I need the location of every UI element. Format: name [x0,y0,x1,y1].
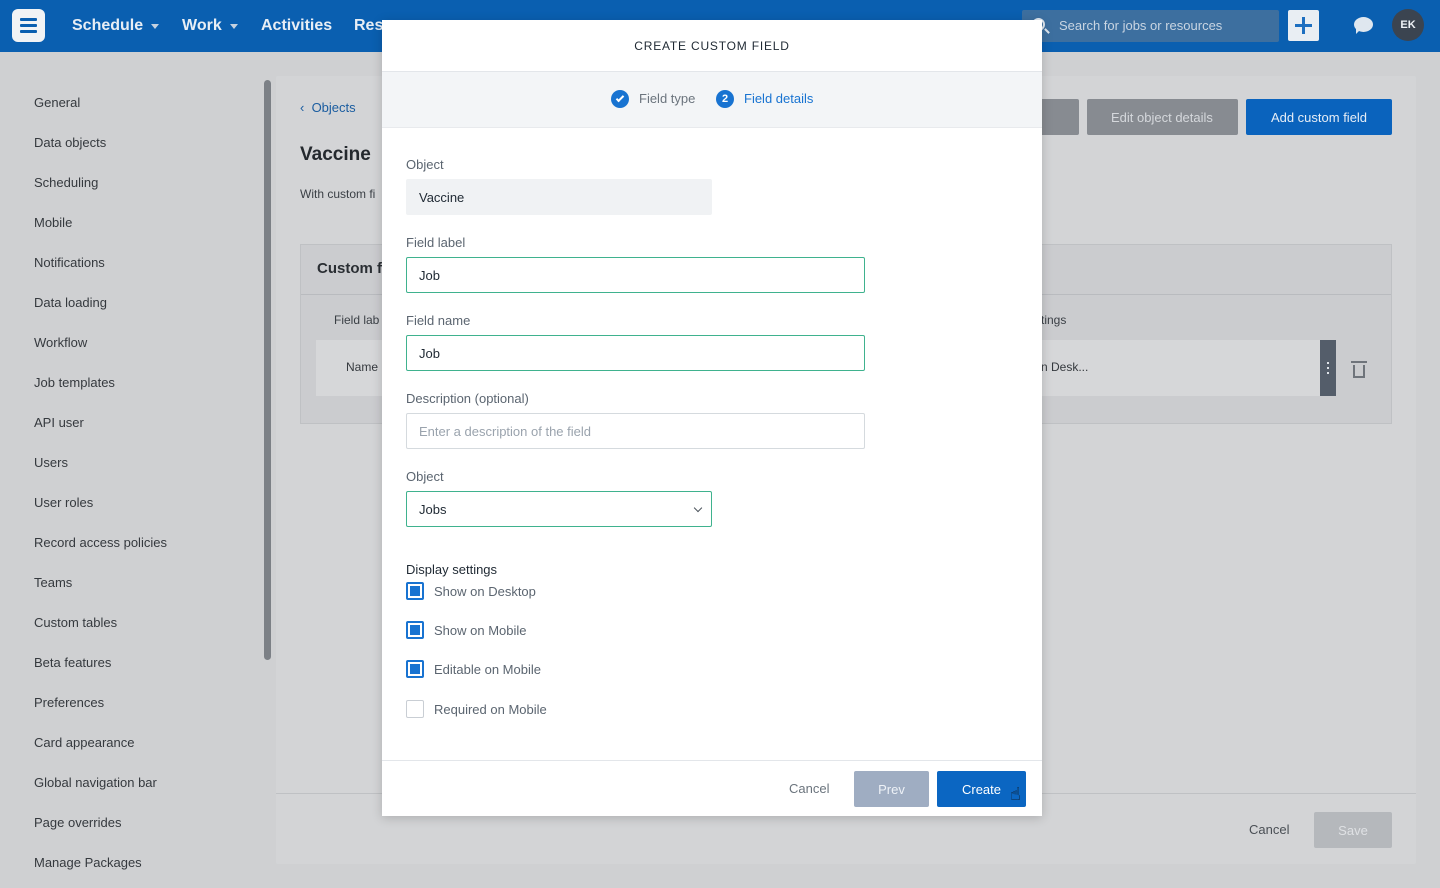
checkbox-label: Show on Desktop [434,583,536,599]
check-icon [611,90,629,108]
checkbox-checked-icon[interactable] [406,660,424,678]
object-select-value: Jobs [419,501,447,517]
sidebar-item-card-appearance[interactable]: Card appearance [34,735,134,750]
object-label: Object [406,157,444,172]
sidebar-item-manage-packages[interactable]: Manage Packages [34,855,142,870]
custom-fields-title: Custom fi [317,260,387,277]
object-readonly-field: Vaccine [406,179,712,215]
row-settings: n Desk... [1041,360,1089,374]
sidebar-item-data-loading[interactable]: Data loading [34,295,107,310]
checkbox-label: Required on Mobile [434,701,547,717]
nav-activities[interactable]: Activities [261,0,332,52]
sidebar-item-users[interactable]: Users [34,455,68,470]
checkbox-checked-icon[interactable] [406,621,424,639]
object-select[interactable]: Jobs [406,491,712,527]
back-link[interactable]: ‹ Objects [300,100,356,115]
display-settings-title: Display settings [406,562,498,577]
required-on-mobile-checkbox[interactable]: Required on Mobile [406,700,547,718]
show-on-desktop-checkbox[interactable]: Show on Desktop [406,582,536,600]
nav-schedule-label: Schedule [72,17,144,34]
create-custom-field-dialog: CREATE CUSTOM FIELD Field type 2 Field d… [382,20,1042,816]
trash-icon[interactable] [1351,361,1367,378]
step-field-details[interactable]: Field details [744,91,813,106]
field-label-label: Field label [406,235,466,250]
nav-activities-label: Activities [261,17,333,34]
step-number-badge: 2 [716,90,734,108]
wizard-steps: Field type 2 Field details [382,72,1042,128]
search-placeholder: Search for jobs or resources [1059,18,1223,33]
sidebar-item-mobile[interactable]: Mobile [34,215,72,230]
sidebar-item-page-overrides[interactable]: Page overrides [34,815,121,830]
sidebar-item-scheduling[interactable]: Scheduling [34,175,98,190]
checkbox-label: Show on Mobile [434,622,527,638]
row-field-label: Name [346,360,379,374]
chevron-down-icon [693,503,703,513]
chat-icon[interactable] [1354,17,1373,34]
field-label-input[interactable]: Job [406,257,865,293]
sidebar-item-preferences[interactable]: Preferences [34,695,104,710]
sidebar-item-custom-tables[interactable]: Custom tables [34,615,117,630]
sidebar-item-data-objects[interactable]: Data objects [34,135,106,150]
step-field-type[interactable]: Field type [639,91,695,106]
object-select-label: Object [406,469,444,484]
description-label: Description (optional) [406,391,529,406]
nav-work-label: Work [182,17,222,34]
sidebar-item-global-navigation-bar[interactable]: Global navigation bar [34,775,157,790]
field-name-label: Field name [406,313,471,328]
nav-resources[interactable]: Res [354,0,383,52]
hand-cursor-icon: ☝ [1010,784,1021,804]
page-title: Vaccine [300,144,371,165]
checkbox-label: Editable on Mobile [434,661,541,677]
add-custom-field-button[interactable]: Add custom field [1246,99,1392,135]
sidebar-item-workflow[interactable]: Workflow [34,335,87,350]
dialog-cancel-button[interactable]: Cancel [789,781,829,796]
avatar[interactable]: EK [1392,9,1424,41]
edit-object-details-button[interactable]: Edit object details [1087,99,1238,135]
app-logo-icon[interactable] [12,9,45,42]
editable-on-mobile-checkbox[interactable]: Editable on Mobile [406,660,541,678]
page-cancel-button[interactable]: Cancel [1249,822,1289,837]
more-options-icon[interactable] [1320,340,1336,396]
sidebar-item-api-user[interactable]: API user [34,415,84,430]
sidebar-item-user-roles[interactable]: User roles [34,495,93,510]
page-save-button[interactable]: Save [1314,812,1392,848]
search-input[interactable]: Search for jobs or resources [1022,10,1279,42]
column-header-field-label: Field lab [334,313,380,327]
sidebar-item-notifications[interactable]: Notifications [34,255,105,270]
sidebar-item-record-access-policies[interactable]: Record access policies [34,535,167,550]
sidebar-item-job-templates[interactable]: Job templates [34,375,115,390]
sidebar-scrollbar[interactable] [264,80,271,660]
page-description: With custom fi [300,187,376,201]
show-on-mobile-checkbox[interactable]: Show on Mobile [406,621,527,639]
nav-resources-label: Res [354,17,384,34]
field-name-input[interactable]: Job [406,335,865,371]
sidebar-item-general[interactable]: General [34,95,80,110]
plus-icon[interactable] [1288,10,1319,41]
dialog-title: CREATE CUSTOM FIELD [382,20,1042,72]
prev-button[interactable]: Prev [854,771,929,807]
sidebar-item-beta-features[interactable]: Beta features [34,655,111,670]
checkbox-checked-icon[interactable] [406,582,424,600]
description-input[interactable]: Enter a description of the field [406,413,865,449]
nav-schedule[interactable]: Schedule [72,0,160,52]
column-header-settings: tings [1041,313,1067,327]
back-link-label: Objects [311,100,356,115]
chevron-down-icon [229,23,238,29]
dialog-footer: Cancel Prev Create [382,760,1042,816]
sidebar-item-teams[interactable]: Teams [34,575,72,590]
checkbox-unchecked-icon[interactable] [406,700,424,718]
chevron-down-icon [151,23,160,29]
nav-work[interactable]: Work [182,0,238,52]
